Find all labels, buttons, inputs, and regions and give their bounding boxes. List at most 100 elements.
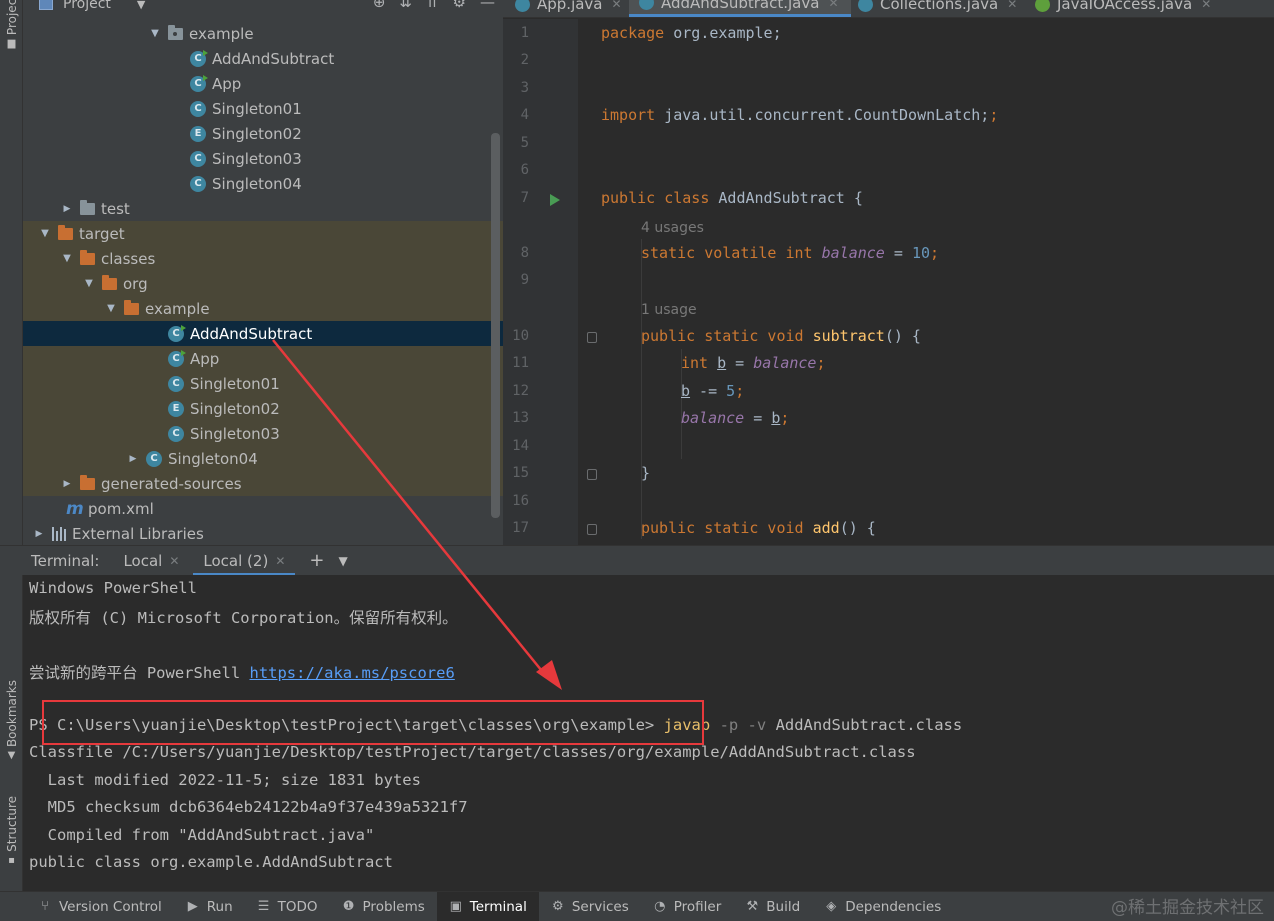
excluded-folder-icon [102, 274, 117, 290]
chevron-down-icon[interactable]: ▼ [137, 0, 145, 11]
editor-tab-addandsubtract[interactable]: AddAndSubtract.java ✕ [629, 0, 851, 17]
code-line-6: 6 [503, 158, 1274, 184]
tree-item-label: App [190, 349, 220, 368]
class-icon: C [168, 425, 184, 442]
close-icon[interactable]: ✕ [828, 0, 838, 10]
code-line-1: 1 package org.example; [503, 21, 1274, 47]
tree-item[interactable]: C AddAndSubtract [23, 321, 503, 346]
tree-item[interactable]: C Singleton01 [23, 96, 503, 121]
tree-item[interactable]: C Singleton03 [23, 146, 503, 171]
line-number: 3 [520, 80, 529, 96]
tree-item[interactable]: ▼ example [23, 296, 503, 321]
close-icon[interactable]: ✕ [275, 554, 285, 568]
terminal-line: 版权所有 (C) Microsoft Corporation。保留所有权利。 [29, 609, 458, 627]
interface-icon [1035, 0, 1050, 12]
tool-window-run[interactable]: ▶ Run [174, 892, 245, 921]
code-line-3: 3 [503, 76, 1274, 102]
tool-window-dependencies[interactable]: ◈ Dependencies [812, 892, 953, 921]
tree-item-label: Singleton02 [190, 399, 280, 418]
tree-item[interactable]: ▼ org [23, 271, 503, 296]
editor-tab-javaioaccess[interactable]: JavaIOAccess.java ✕ [1035, 0, 1211, 17]
tree-item[interactable]: C AddAndSubtract [23, 46, 503, 71]
tool-window-terminal[interactable]: ▣ Terminal [436, 891, 539, 921]
expand-all-icon[interactable]: ⇊ [399, 0, 412, 11]
runnable-class-icon: C [190, 74, 208, 92]
tree-item[interactable]: C Singleton01 [23, 371, 503, 396]
project-view-selector[interactable]: Project [63, 0, 111, 12]
terminal-tab-local-2[interactable]: Local (2) ✕ [193, 546, 296, 576]
locate-icon[interactable]: ⊕ [373, 0, 386, 11]
tool-window-build[interactable]: ⚒ Build [733, 892, 812, 921]
fold-icon[interactable] [587, 332, 597, 343]
tree-item[interactable]: ▶ generated-sources [23, 471, 503, 496]
chevron-right-icon[interactable]: ▶ [60, 204, 74, 214]
tree-item[interactable]: ▼ example [23, 21, 503, 46]
fold-icon[interactable] [587, 469, 597, 480]
terminal-line: Windows PowerShell [29, 579, 197, 597]
chevron-down-icon[interactable]: ▼ [60, 253, 74, 264]
close-icon[interactable]: ✕ [612, 0, 622, 11]
close-icon[interactable]: ✕ [1201, 0, 1211, 11]
tree-item[interactable]: C App [23, 346, 503, 371]
tree-item[interactable]: ▶ C Singleton04 [23, 446, 503, 471]
chevron-down-icon[interactable]: ▼ [82, 278, 96, 289]
chevron-right-icon[interactable]: ▶ [32, 529, 46, 539]
editor-tab-label: JavaIOAccess.java [1057, 0, 1193, 13]
maven-icon: m [66, 498, 84, 519]
code-editor[interactable]: 1 package org.example; 2 3 4 import java… [503, 19, 1274, 545]
tree-item[interactable]: m pom.xml [23, 496, 503, 521]
project-tool-tab[interactable]: Project ▆ [0, 0, 23, 49]
tool-window-problems[interactable]: ❶ Problems [330, 892, 437, 921]
tree-item[interactable]: C App [23, 71, 503, 96]
chevron-down-icon[interactable]: ▼ [338, 554, 347, 568]
editor-tab-collections[interactable]: Collections.java ✕ [858, 0, 1017, 17]
tree-item[interactable]: C Singleton03 [23, 421, 503, 446]
code-line-12: 12 b -= 5; [503, 379, 1274, 405]
close-icon[interactable]: ✕ [1007, 0, 1017, 11]
profiler-icon: ◔ [654, 899, 666, 914]
tree-item[interactable]: E Singleton02 [23, 396, 503, 421]
editor-tab-app[interactable]: App.java ✕ [515, 0, 622, 17]
tool-window-todo[interactable]: ☰ TODO [245, 892, 330, 921]
chevron-right-icon[interactable]: ▶ [60, 479, 74, 489]
line-number: 14 [512, 438, 529, 454]
folder-icon: ▆ [7, 38, 16, 50]
usages-hint[interactable]: 4 usages [641, 220, 704, 236]
terminal-icon: ▣ [449, 899, 462, 914]
tree-item[interactable]: E Singleton02 [23, 121, 503, 146]
bottom-tool-bar: ⑂ Version Control ▶ Run ☰ TODO ❶ Problems ▣ Termi… [0, 891, 1274, 921]
chevron-down-icon[interactable]: ▼ [38, 228, 52, 239]
excluded-folder-icon [124, 299, 139, 315]
fold-icon[interactable] [587, 524, 597, 535]
structure-tool-tab[interactable]: Structure ▪ [0, 796, 23, 866]
tree-item[interactable]: C Singleton04 [23, 171, 503, 196]
chevron-down-icon[interactable]: ▼ [104, 303, 118, 314]
tool-window-label: Version Control [59, 898, 162, 915]
tree-item[interactable]: ▼ classes [23, 246, 503, 271]
pscore-link[interactable]: https://aka.ms/pscore6 [249, 664, 454, 682]
chevron-down-icon[interactable]: ▼ [148, 28, 162, 39]
enum-icon: E [168, 400, 184, 417]
tree-item-label: Singleton04 [212, 174, 302, 193]
run-gutter-icon[interactable] [550, 194, 560, 206]
tree-item[interactable]: ▶ External Libraries [23, 521, 503, 545]
tool-window-version-control[interactable]: ⑂ Version Control [26, 892, 174, 921]
tool-window-profiler[interactable]: ◔ Profiler [641, 892, 734, 921]
code-line-4: 4 import java.util.concurrent.CountDownL… [503, 103, 1274, 129]
tree-item[interactable]: ▼ target [23, 221, 503, 246]
project-tree-scrollbar[interactable] [491, 133, 500, 518]
usages-hint[interactable]: 1 usage [641, 302, 697, 318]
hide-icon[interactable]: — [480, 0, 495, 11]
bookmarks-tool-tab[interactable]: Bookmarks ▼ [0, 680, 23, 761]
collapse-all-icon[interactable]: ⇈ [426, 0, 439, 11]
package-icon [168, 24, 183, 40]
new-terminal-plus-icon[interactable]: + [309, 550, 324, 571]
class-icon: C [190, 150, 206, 167]
gear-icon[interactable]: ⚙ [453, 0, 466, 11]
tool-window-services[interactable]: ⚙ Services [539, 892, 641, 921]
close-icon[interactable]: ✕ [169, 554, 179, 568]
chevron-right-icon[interactable]: ▶ [126, 454, 140, 464]
terminal-tab-local[interactable]: Local ✕ [113, 546, 189, 576]
tree-item[interactable]: ▶ test [23, 196, 503, 221]
tool-window-label: Profiler [673, 898, 722, 915]
